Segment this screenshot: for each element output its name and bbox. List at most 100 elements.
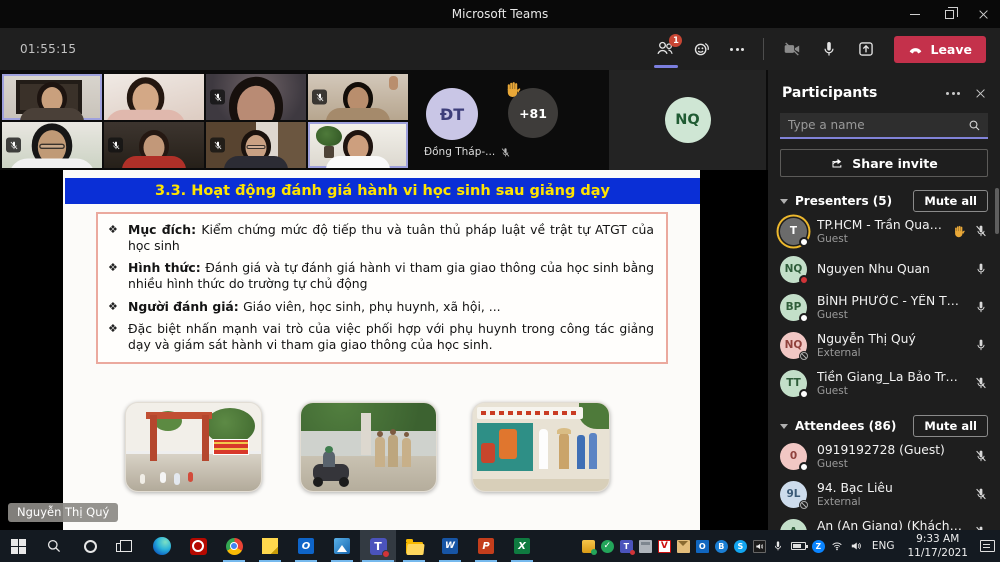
slide-bullet: ❖ Hình thức: Đánh giá và tự đánh giá hàn…	[108, 260, 654, 292]
cortana-button[interactable]	[72, 530, 108, 562]
participant-name: BÌNH PHƯỚC - YẾN TRINH (G...	[817, 294, 964, 308]
taskbar-search-button[interactable]	[36, 530, 72, 562]
zalo-tray-icon[interactable]	[812, 540, 825, 553]
slide-photo-safety-mural	[472, 402, 610, 492]
avatar: T	[780, 218, 807, 245]
camera-toggle-button[interactable]	[783, 40, 801, 58]
video-thumbnail-3[interactable]	[206, 74, 306, 120]
participant-row[interactable]: NQ Nguyen Nhu Quan	[768, 250, 1000, 288]
avatar: NQ	[665, 97, 711, 143]
mic-on-icon[interactable]	[974, 338, 988, 352]
taskbar-acrobat[interactable]	[180, 530, 216, 562]
battery-tray-icon[interactable]	[791, 542, 806, 550]
video-thumbnail-4[interactable]	[308, 74, 408, 120]
task-view-button[interactable]	[108, 530, 144, 562]
video-thumbnail-5[interactable]	[2, 122, 102, 168]
participant-row[interactable]: T TP.HCM - Trần Quang Mi... Guest	[768, 212, 1000, 250]
participant-search-box[interactable]	[780, 113, 988, 139]
printer-tray-icon[interactable]	[639, 540, 652, 553]
reactions-button[interactable]	[693, 40, 711, 58]
taskbar-chrome[interactable]	[216, 530, 252, 562]
speaker-device-tray-icon[interactable]	[753, 540, 766, 553]
bullet-marker-icon: ❖	[108, 260, 128, 292]
avatar: NQ	[780, 256, 807, 283]
language-indicator[interactable]: ENG	[869, 540, 898, 552]
teams-tray-icon[interactable]	[620, 540, 633, 553]
mute-all-attendees-button[interactable]: Mute all	[913, 415, 988, 437]
mute-all-presenters-button[interactable]: Mute all	[913, 190, 988, 212]
share-screen-icon	[857, 40, 875, 58]
mic-off-icon[interactable]	[974, 224, 988, 238]
mic-off-icon[interactable]	[974, 376, 988, 390]
antivirus-tray-icon[interactable]	[601, 540, 614, 553]
microphone-tray-icon[interactable]	[772, 540, 785, 553]
wifi-tray-icon[interactable]	[831, 540, 844, 553]
video-thumbnail-2[interactable]	[104, 74, 204, 120]
sticky-notes-icon	[262, 538, 278, 554]
share-invite-button[interactable]: Share invite	[780, 149, 988, 177]
bluetooth-tray-icon[interactable]	[715, 540, 728, 553]
attendees-section-header[interactable]: Attendees (86) Mute all	[768, 415, 1000, 437]
participant-row[interactable]: BP BÌNH PHƯỚC - YẾN TRINH (G... Guest	[768, 288, 1000, 326]
taskbar-powerpoint[interactable]	[468, 530, 504, 562]
person-silhouette	[323, 82, 393, 120]
participants-panel: Participants Share invite Presenters (5)…	[768, 70, 1000, 530]
mic-toggle-button[interactable]	[820, 40, 838, 58]
start-button[interactable]	[0, 530, 36, 562]
slide-bullet: ❖ Đặc biệt nhấn mạnh vai trò của việc ph…	[108, 321, 654, 353]
panel-close-icon[interactable]	[975, 88, 986, 99]
skype-tray-icon[interactable]	[734, 540, 747, 553]
taskbar-word[interactable]	[432, 530, 468, 562]
avatar: TT	[780, 370, 807, 397]
bullet-lead: Hình thức:	[128, 260, 205, 275]
taskbar-photos[interactable]	[324, 530, 360, 562]
participant-tile-dt[interactable]: ĐT	[426, 88, 478, 140]
video-thumbnail-7[interactable]	[206, 122, 306, 168]
avatar: BP	[780, 294, 807, 321]
presenters-section-header[interactable]: Presenters (5) Mute all	[768, 190, 1000, 212]
leave-button[interactable]: Leave	[894, 36, 986, 63]
mic-icon	[820, 40, 838, 58]
panel-more-options-icon[interactable]	[946, 92, 960, 95]
close-button[interactable]	[966, 0, 1000, 28]
minimize-button[interactable]	[898, 0, 932, 28]
mic-off-icon[interactable]	[974, 449, 988, 463]
mic-off-icon	[9, 140, 19, 150]
overflow-count: +81	[519, 106, 547, 121]
participant-row[interactable]: 0 0919192728 (Guest) Guest	[768, 437, 1000, 475]
taskbar-outlook[interactable]	[288, 530, 324, 562]
participant-tile-nq[interactable]: NQ	[609, 70, 766, 170]
action-center-icon[interactable]	[980, 540, 995, 552]
taskbar-clock[interactable]: 9:33 AM 11/17/2021	[903, 532, 972, 560]
more-options-button[interactable]	[730, 48, 744, 51]
participant-row[interactable]: 9L 94. Bạc Liêu External	[768, 475, 1000, 513]
excel-icon	[514, 538, 530, 554]
security-shield-tray-icon[interactable]	[582, 540, 595, 553]
taskbar-edge[interactable]	[144, 530, 180, 562]
presence-badge	[799, 237, 809, 247]
participant-row[interactable]: NQ Nguyễn Thị Quý External	[768, 326, 1000, 364]
mic-on-icon[interactable]	[974, 300, 988, 314]
overflow-participants-tile[interactable]: +81	[506, 84, 564, 148]
taskbar-file-explorer[interactable]	[396, 530, 432, 562]
mic-on-icon[interactable]	[974, 262, 988, 276]
participant-row[interactable]: TT Tiền Giang_La Bảo Trân (Guest) Guest	[768, 364, 1000, 402]
taskbar-excel[interactable]	[504, 530, 540, 562]
antivirus-v-tray-icon[interactable]	[658, 540, 671, 553]
mic-off-icon[interactable]	[974, 487, 988, 501]
video-thumbnail-8[interactable]	[308, 122, 408, 168]
video-thumbnail-1[interactable]	[2, 74, 102, 120]
mic-off-badge	[108, 138, 123, 153]
restore-button[interactable]	[932, 0, 966, 28]
presence-badge	[799, 462, 809, 472]
video-thumbnail-6[interactable]	[104, 122, 204, 168]
taskbar-sticky-notes[interactable]	[252, 530, 288, 562]
mail-tray-icon[interactable]	[677, 540, 690, 553]
participants-button[interactable]: 1	[656, 39, 674, 59]
panel-scrollbar[interactable]	[995, 188, 999, 234]
volume-tray-icon[interactable]	[850, 540, 863, 553]
share-screen-button[interactable]	[857, 40, 875, 58]
taskbar-teams[interactable]	[360, 530, 396, 562]
outlook-tray-icon[interactable]	[696, 540, 709, 553]
search-input[interactable]	[788, 118, 968, 132]
